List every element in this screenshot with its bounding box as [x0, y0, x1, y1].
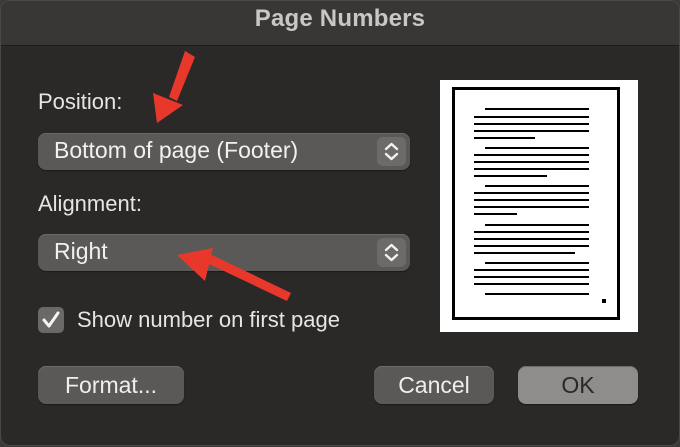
format-button[interactable]: Format... — [38, 366, 184, 404]
title-bar: Page Numbers — [1, 1, 679, 46]
cancel-button[interactable]: Cancel — [374, 366, 494, 404]
preview-text-lines — [474, 108, 606, 303]
alignment-select-value: Right — [54, 238, 108, 264]
alignment-select[interactable]: Right — [38, 234, 410, 271]
position-label: Position: — [38, 89, 123, 114]
page-preview — [440, 80, 638, 332]
chevron-up-down-icon — [377, 238, 406, 267]
show-first-page-label[interactable]: Show number on first page — [77, 307, 340, 333]
ok-button[interactable]: OK — [518, 366, 638, 404]
page-numbers-dialog: Page Numbers Position: Bottom of page (F… — [0, 0, 680, 446]
chevron-up-down-icon — [377, 137, 406, 166]
checkmark-icon — [42, 311, 60, 328]
position-select[interactable]: Bottom of page (Footer) — [38, 133, 410, 170]
page-number-marker — [602, 299, 606, 303]
position-select-value: Bottom of page (Footer) — [54, 137, 299, 163]
show-first-page-checkbox[interactable] — [38, 307, 64, 333]
alignment-label: Alignment: — [38, 191, 142, 216]
red-arrow-annotation — [153, 51, 195, 123]
preview-page — [452, 87, 620, 320]
dialog-title: Page Numbers — [254, 5, 426, 32]
